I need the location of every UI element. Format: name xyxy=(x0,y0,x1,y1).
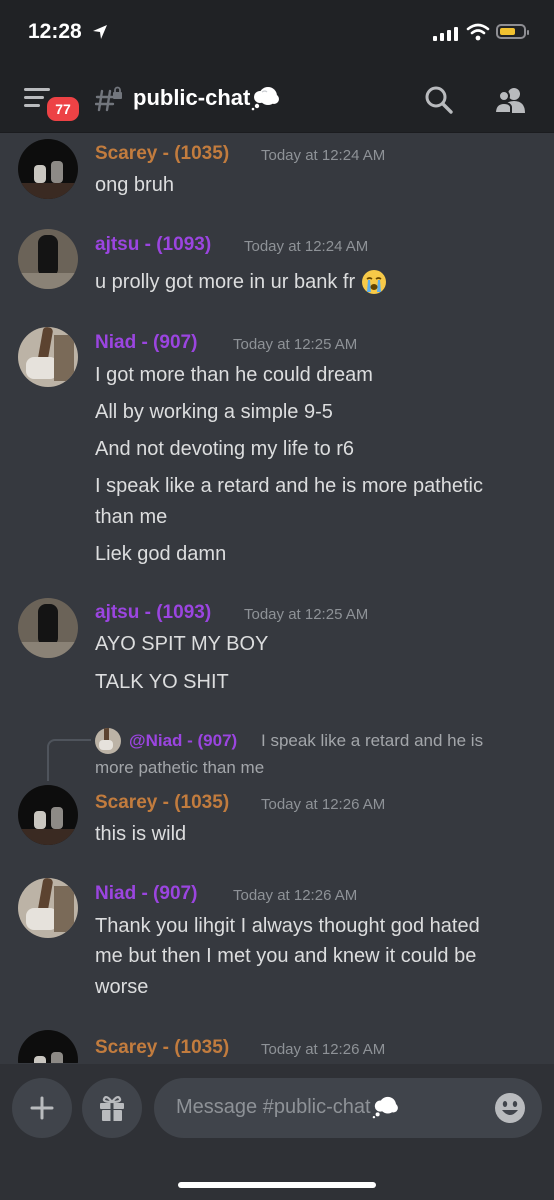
message-timestamp: Today at 12:26 AM xyxy=(261,796,386,813)
message-line: Liek god damn xyxy=(95,543,227,565)
message-timestamp: Today at 12:25 AM xyxy=(233,336,358,353)
message-line: All by working a simple 9-5 xyxy=(95,401,333,423)
message-line: than me xyxy=(95,506,168,528)
gift-button[interactable] xyxy=(82,1078,142,1138)
attach-button[interactable] xyxy=(12,1078,72,1138)
reply-avatar xyxy=(95,728,121,754)
message-line: Thank you lihgit I always thought god ha… xyxy=(95,915,480,937)
notification-badge: 77 xyxy=(44,94,82,124)
message-line: TALK YO SHIT xyxy=(95,671,229,693)
channel-name: public-chat xyxy=(133,85,251,110)
message-line: me but then I met you and knew it could … xyxy=(95,945,477,967)
message-line: I speak like a retard and he is more pat… xyxy=(95,475,483,497)
message-author[interactable]: Niad - (907) xyxy=(95,332,197,354)
home-indicator[interactable] xyxy=(178,1182,376,1188)
message-line: ong bruh xyxy=(95,174,174,196)
cellular-signal-icon xyxy=(433,26,458,41)
message-list[interactable]: Scarey - (1035) Today at 12:24 AM ong br… xyxy=(0,133,554,1063)
sob-emoji xyxy=(362,270,387,294)
members-icon[interactable] xyxy=(494,85,526,115)
message-author[interactable]: Scarey - (1035) xyxy=(95,143,229,165)
wifi-icon xyxy=(466,23,490,41)
location-arrow-icon xyxy=(93,25,107,39)
message-author[interactable]: ajtsu - (1093) xyxy=(95,234,211,256)
message-text: u prolly got more in ur bank fr xyxy=(95,270,356,293)
avatar[interactable] xyxy=(18,139,78,199)
message-composer: Message #public-chat xyxy=(0,1064,554,1200)
message-input[interactable]: Message #public-chat xyxy=(154,1078,542,1138)
thought-balloon-emoji xyxy=(252,87,280,111)
avatar[interactable] xyxy=(18,327,78,387)
message-line: I got more than he could dream xyxy=(95,364,373,386)
avatar[interactable] xyxy=(18,229,78,289)
message-author[interactable]: ajtsu - (1093) xyxy=(95,602,211,624)
avatar[interactable] xyxy=(18,785,78,845)
message-timestamp: Today at 12:26 AM xyxy=(261,1041,386,1058)
message-placeholder: Message #public-chat xyxy=(176,1095,399,1119)
status-bar: 12:28 xyxy=(0,0,554,68)
placeholder-text: Message #public-chat xyxy=(176,1095,371,1118)
message-author[interactable]: Scarey - (1035) xyxy=(95,1037,229,1059)
message-timestamp: Today at 12:24 AM xyxy=(244,238,369,255)
message-line: this is wild xyxy=(95,823,187,845)
message-line: worse xyxy=(95,976,149,998)
message-author[interactable]: Scarey - (1035) xyxy=(95,792,229,814)
message-timestamp: Today at 12:24 AM xyxy=(261,147,386,164)
reply-connector xyxy=(47,739,91,781)
avatar[interactable] xyxy=(18,598,78,658)
reply-preview-text[interactable]: I speak like a retard and he is xyxy=(261,731,483,751)
message-timestamp: Today at 12:25 AM xyxy=(244,606,369,623)
locked-channel-icon xyxy=(95,86,122,112)
thought-balloon-emoji xyxy=(372,1096,398,1119)
channel-title[interactable]: public-chat xyxy=(133,85,280,111)
avatar[interactable] xyxy=(18,1030,78,1063)
emoji-picker-icon[interactable] xyxy=(494,1092,526,1124)
battery-icon xyxy=(496,24,529,39)
message-line: And not devoting my life to r6 xyxy=(95,438,355,460)
message-line: AYO SPIT MY BOY xyxy=(95,633,269,655)
reply-preview-text[interactable]: more pathetic than me xyxy=(95,758,264,778)
message-line: u prolly got more in ur bank fr xyxy=(95,269,387,295)
channel-header: 77 public-chat xyxy=(0,68,554,133)
avatar[interactable] xyxy=(18,878,78,938)
search-icon[interactable] xyxy=(424,85,454,115)
message-author[interactable]: Niad - (907) xyxy=(95,883,197,905)
message-timestamp: Today at 12:26 AM xyxy=(233,887,358,904)
plus-icon xyxy=(30,1096,54,1120)
gift-icon xyxy=(100,1095,124,1121)
reply-author[interactable]: @Niad - (907) xyxy=(129,731,237,751)
status-time: 12:28 xyxy=(28,20,82,43)
